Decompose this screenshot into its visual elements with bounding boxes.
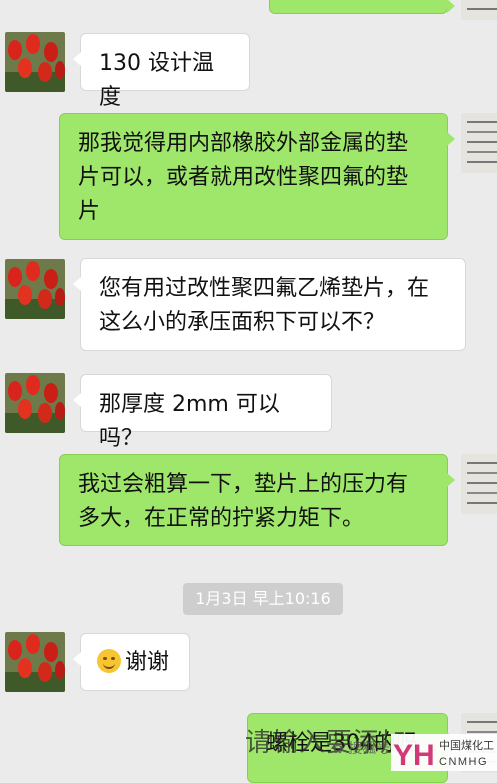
avatar-self[interactable] <box>461 454 497 514</box>
logo-en-text: CNMHG <box>439 756 488 768</box>
logo-cn-text: 中国煤化工 <box>439 738 494 752</box>
message-bubble-outgoing[interactable] <box>269 0 455 14</box>
logo-letters: YH <box>393 739 435 771</box>
avatar-contact[interactable] <box>5 259 65 319</box>
message-bubble-outgoing[interactable]: 我过会粗算一下，垫片上的压力有多大，在正常的拧紧力矩下。 <box>59 454 455 546</box>
avatar-contact[interactable] <box>5 32 65 92</box>
watermark-paw-icon: ✿ <box>332 741 344 757</box>
message-text: 那厚度 2mm 可以吗？ <box>99 392 280 451</box>
message-timestamp: 1月3日 早上10:16 <box>183 583 343 615</box>
avatar-contact[interactable] <box>5 632 65 692</box>
message-bubble-incoming[interactable]: 130 设计温度 <box>73 33 250 110</box>
message-bubble-incoming[interactable]: 那厚度 2mm 可以吗？ <box>73 374 332 451</box>
watermark-logo: YH 中国煤化工 CNMHG <box>391 734 497 772</box>
message-text: 您有用过改性聚四氟乙烯垫片，在这么小的承压面积下可以不？ <box>99 276 430 335</box>
avatar-contact[interactable] <box>5 373 65 433</box>
message-bubble-incoming[interactable]: 您有用过改性聚四氟乙烯垫片，在这么小的承压面积下可以不？ <box>73 258 466 351</box>
message-bubble-incoming[interactable]: 谢谢 <box>73 633 190 691</box>
watermark-source-label: ✿ 搜狐号 <box>332 741 391 757</box>
avatar-self[interactable] <box>461 113 497 173</box>
message-text: 我过会粗算一下，垫片上的压力有多大，在正常的拧紧力矩下。 <box>78 472 409 531</box>
message-bubble-outgoing[interactable]: 那我觉得用内部橡胶外部金属的垫片可以，或者就用改性聚四氟的垫片 <box>59 113 455 240</box>
smile-emoji-icon <box>97 649 121 673</box>
message-text: 那我觉得用内部橡胶外部金属的垫片可以，或者就用改性聚四氟的垫片 <box>78 131 409 224</box>
message-text: 130 设计温度 <box>99 51 214 110</box>
message-text: 谢谢 <box>125 650 170 675</box>
avatar-self[interactable] <box>461 0 497 20</box>
